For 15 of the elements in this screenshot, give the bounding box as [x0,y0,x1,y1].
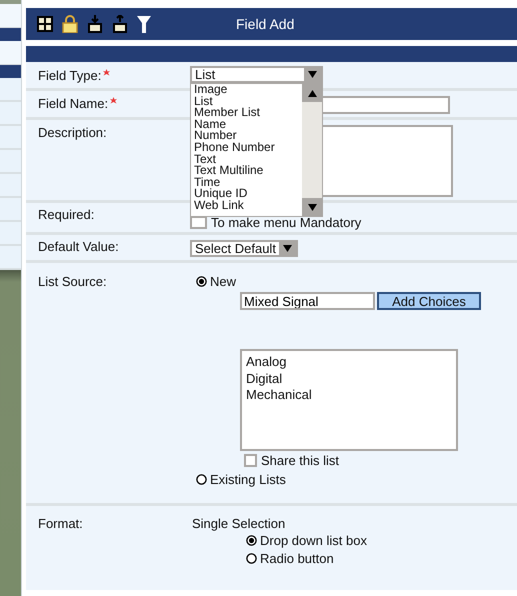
field-label: Field Type: [38,68,102,83]
option-label: Drop down list box [260,533,367,548]
option-label: New [210,274,236,289]
field-label: Default Value: [38,239,119,254]
checkbox-label: To make menu Mandatory [211,215,362,230]
field-label: Format: [38,516,83,531]
window-title: Field Add [236,16,294,32]
field-label: List Source: [38,274,107,289]
option-label: Radio button [260,551,334,566]
option-label: Existing Lists [210,472,286,487]
checkbox-label: Share this list [261,453,340,468]
section-label: Single Selection [192,516,286,531]
field-label: Required: [38,207,94,222]
field-label: Field Name: [38,96,108,111]
field-label: Description: [38,125,107,140]
